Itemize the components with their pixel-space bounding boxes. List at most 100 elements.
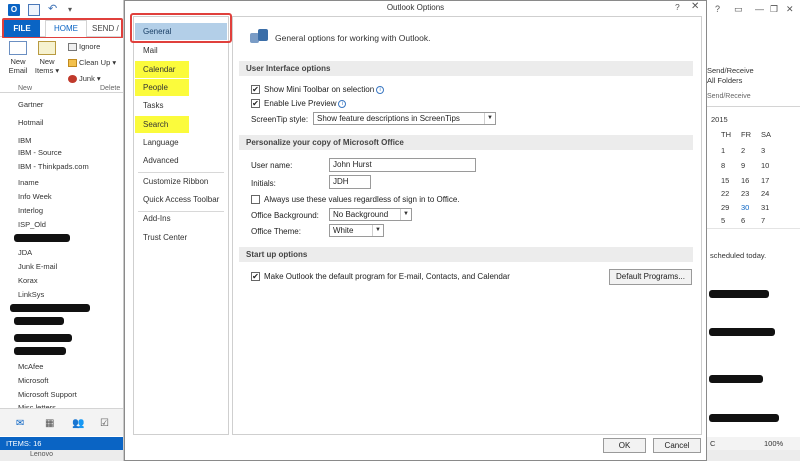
ignore-icon	[68, 43, 77, 52]
calendar-day[interactable]: 15	[721, 176, 741, 185]
calendar-today[interactable]: 30	[741, 203, 761, 212]
close-icon[interactable]: ✕	[786, 4, 794, 15]
calendar-day[interactable]: 31	[761, 203, 781, 212]
nav-trust-center[interactable]: Trust Center	[135, 229, 227, 246]
always-use-values-checkbox[interactable]	[251, 195, 260, 204]
folder-item[interactable]: LinkSys	[18, 290, 44, 299]
calendar-day[interactable]: 2	[741, 146, 761, 155]
navigation-bar: ✉ ▦ 👥 ☑	[0, 408, 123, 436]
nav-people[interactable]: People	[135, 79, 189, 96]
calendar-day[interactable]: 24	[761, 189, 781, 198]
undo-icon[interactable]: ↶	[48, 4, 60, 16]
group-label-send-receive: Send/Receive	[707, 93, 751, 100]
calendar-week: 8 9 10	[721, 161, 781, 170]
folder-item[interactable]: ISP_Old	[18, 220, 46, 229]
group-label-new: New	[18, 85, 33, 92]
initials-label: Initials:	[251, 179, 276, 188]
nav-advanced[interactable]: Advanced	[135, 152, 227, 169]
calendar-day[interactable]: 29	[721, 203, 741, 212]
folder-item[interactable]: IBM	[18, 136, 31, 145]
restore-icon[interactable]: ❐	[770, 4, 778, 15]
calendar-day[interactable]: 23	[741, 189, 761, 198]
status-initial: C	[710, 439, 716, 448]
taskbar-text: Lenovo	[30, 451, 53, 458]
calendar-icon[interactable]: ▦	[45, 418, 54, 429]
make-default-label: Make Outlook the default program for E-m…	[264, 272, 510, 281]
folder-item[interactable]: IBM - Thinkpads.com	[18, 162, 89, 171]
default-programs-button[interactable]: Default Programs...	[609, 269, 692, 285]
folder-item[interactable]: Interlog	[18, 206, 43, 215]
nav-language[interactable]: Language	[135, 134, 227, 151]
outlook-app-icon[interactable]: O	[8, 4, 20, 16]
folder-item[interactable]: Info Week	[18, 192, 52, 201]
new-items-button[interactable]: New Items ▾	[34, 41, 60, 75]
office-background-value: No Background	[333, 210, 389, 219]
ignore-button[interactable]: Ignore	[68, 42, 100, 52]
cancel-button[interactable]: Cancel	[653, 438, 701, 453]
zoom-level[interactable]: 100%	[764, 437, 783, 450]
send-receive-all-folders-button[interactable]: Send/Receive All Folders	[707, 66, 754, 86]
nav-customize-ribbon[interactable]: Customize Ribbon	[135, 173, 227, 190]
calendar-day[interactable]: 6	[741, 216, 761, 225]
new-email-button[interactable]: New Email	[5, 41, 31, 75]
user-name-field[interactable]: John Hurst	[329, 158, 476, 172]
folder-item[interactable]: Microsoft Support	[18, 390, 77, 399]
mini-toolbar-checkbox[interactable]: ✔	[251, 85, 260, 94]
help-icon[interactable]: ?	[675, 2, 680, 12]
day-header: FR	[741, 130, 751, 139]
calendar-day[interactable]: 7	[761, 216, 781, 225]
clean-up-button[interactable]: Clean Up ▾	[68, 58, 116, 68]
folder-item[interactable]: Hotmail	[18, 118, 43, 127]
close-icon[interactable]: ✕	[691, 1, 699, 12]
customize-qat-icon[interactable]: ▾	[68, 4, 80, 16]
calendar-day[interactable]: 9	[741, 161, 761, 170]
screentip-style-dropdown[interactable]: Show feature descriptions in ScreenTips …	[313, 112, 496, 125]
nav-tasks[interactable]: Tasks	[135, 97, 227, 114]
send-receive-icon[interactable]	[28, 4, 40, 16]
ribbon-display-options-icon[interactable]: ▭	[734, 4, 743, 15]
folder-item[interactable]: Junk E-mail	[18, 262, 57, 271]
folder-item[interactable]: McAfee	[18, 362, 43, 371]
calendar-day[interactable]: 10	[761, 161, 781, 170]
people-icon[interactable]: 👥	[72, 418, 84, 429]
live-preview-checkbox[interactable]: ✔	[251, 99, 260, 108]
screentip-style-value: Show feature descriptions in ScreenTips	[317, 114, 460, 123]
calendar-day[interactable]: 16	[741, 176, 761, 185]
make-default-checkbox[interactable]: ✔	[251, 272, 260, 281]
calendar-day[interactable]: 5	[721, 216, 741, 225]
nav-calendar[interactable]: Calendar	[135, 61, 189, 78]
office-theme-dropdown[interactable]: White ▼	[329, 224, 384, 237]
nav-search[interactable]: Search	[135, 116, 189, 133]
calendar-day[interactable]: 17	[761, 176, 781, 185]
calendar-day[interactable]: 8	[721, 161, 741, 170]
envelope-icon	[9, 41, 27, 55]
outlook-main-window-right: ? ▭ — ❐ ✕ Send/Receive All Folders Send/…	[707, 0, 800, 461]
dialog-title: Outlook Options	[386, 3, 445, 12]
ok-button[interactable]: OK	[603, 438, 646, 453]
help-icon[interactable]: ?	[715, 4, 720, 14]
day-header: TH	[721, 130, 731, 139]
office-background-dropdown[interactable]: No Background ▼	[329, 208, 412, 221]
folder-item[interactable]: IBM - Source	[18, 148, 62, 157]
minimize-icon[interactable]: —	[755, 4, 764, 14]
folder-item[interactable]: Iname	[18, 178, 39, 187]
nav-mail[interactable]: Mail	[135, 42, 227, 59]
tasks-icon[interactable]: ☑	[100, 418, 109, 429]
calendar-day[interactable]: 22	[721, 189, 741, 198]
folder-item[interactable]: Gartner	[18, 100, 43, 109]
user-name-label: User name:	[251, 161, 293, 170]
folder-item[interactable]: JDA	[18, 248, 32, 257]
folder-item[interactable]: Microsoft	[18, 376, 48, 385]
chevron-down-icon: ▼	[484, 113, 495, 124]
mail-icon[interactable]: ✉	[16, 418, 24, 429]
folder-item[interactable]: Korax	[18, 276, 38, 285]
junk-button[interactable]: Junk ▾	[68, 74, 101, 84]
calendar-day[interactable]: 1	[721, 146, 741, 155]
calendar-day[interactable]: 3	[761, 146, 781, 155]
scheduled-today-text: scheduled today.	[710, 251, 767, 260]
nav-add-ins[interactable]: Add-Ins	[135, 210, 227, 227]
new-items-label: New Items ▾	[34, 57, 60, 75]
initials-field[interactable]: JDH	[329, 175, 371, 189]
section-ui-options: User Interface options	[239, 61, 693, 76]
nav-quick-access-toolbar[interactable]: Quick Access Toolbar	[135, 191, 227, 208]
